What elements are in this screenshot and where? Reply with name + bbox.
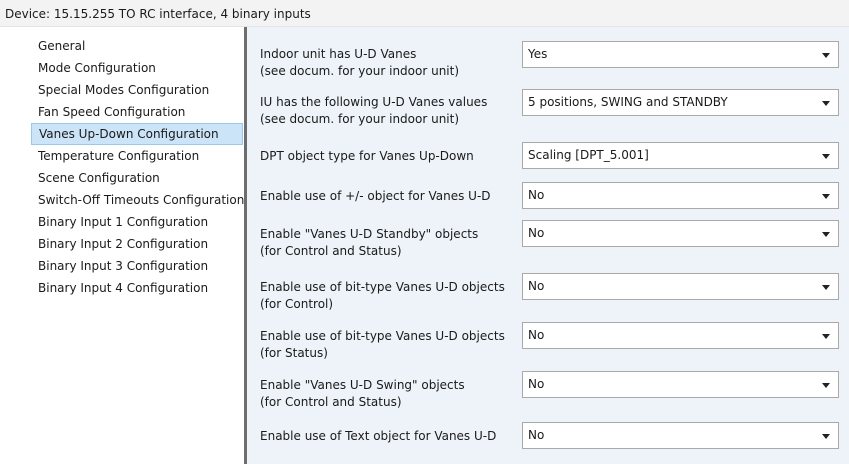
param-label: Enable use of bit-type Vanes U-D objects… (260, 279, 505, 313)
sidebar-item-mode-configuration[interactable]: Mode Configuration (38, 57, 244, 79)
select-value: No (528, 428, 545, 442)
param-label-line1: Enable use of Text object for Vanes U-D (260, 429, 497, 443)
chevron-down-icon (822, 232, 830, 237)
vanes-swing-objects-select[interactable]: No (522, 371, 839, 398)
param-label-line2: (for Control) (260, 297, 334, 311)
sidebar-item-temperature-configuration[interactable]: Temperature Configuration (38, 145, 244, 167)
param-label-line1: Enable "Vanes U-D Swing" objects (260, 378, 465, 392)
param-label-line2: (for Control and Status) (260, 244, 402, 258)
param-label-line1: DPT object type for Vanes Up-Down (260, 149, 474, 163)
select-value: No (528, 226, 545, 240)
param-label-line1: Enable use of bit-type Vanes U-D objects (260, 280, 505, 294)
select-value: No (528, 279, 545, 293)
param-label-line1: Indoor unit has U-D Vanes (260, 47, 417, 61)
param-label: DPT object type for Vanes Up-Down (260, 148, 474, 165)
chevron-down-icon (822, 101, 830, 106)
text-object-select[interactable]: No (522, 422, 839, 449)
select-value: No (528, 377, 545, 391)
param-label-line1: IU has the following U-D Vanes values (260, 95, 488, 109)
select-value: 5 positions, SWING and STANDBY (528, 95, 728, 109)
chevron-down-icon (822, 53, 830, 58)
param-label-line1: Enable use of bit-type Vanes U-D objects (260, 329, 505, 343)
sidebar-item-binary-input-2-configuration[interactable]: Binary Input 2 Configuration (38, 233, 244, 255)
param-label: Enable use of +/- object for Vanes U-D (260, 188, 491, 205)
sidebar-item-scene-configuration[interactable]: Scene Configuration (38, 167, 244, 189)
param-label: Enable "Vanes U-D Swing" objects (for Co… (260, 377, 465, 411)
select-value: Yes (528, 47, 548, 61)
sidebar-item-special-modes-configuration[interactable]: Special Modes Configuration (38, 79, 244, 101)
param-label-line2: (see docum. for your indoor unit) (260, 64, 460, 78)
param-label: Enable "Vanes U-D Standby" objects (for … (260, 226, 478, 260)
param-label: Enable use of Text object for Vanes U-D (260, 428, 496, 445)
chevron-down-icon (822, 194, 830, 199)
ud-vanes-values-select[interactable]: 5 positions, SWING and STANDBY (522, 89, 839, 116)
select-value: No (528, 188, 545, 202)
plus-minus-object-select[interactable]: No (522, 182, 839, 209)
indoor-unit-has-ud-vanes-select[interactable]: Yes (522, 41, 839, 68)
param-label: Enable use of bit-type Vanes U-D objects… (260, 328, 505, 362)
param-label-line2: (for Status) (260, 346, 328, 360)
param-label-line2: (for Control and Status) (260, 395, 402, 409)
param-label: Indoor unit has U-D Vanes (see docum. fo… (260, 46, 459, 80)
sidebar-item-general[interactable]: General (38, 35, 244, 57)
param-label: IU has the following U-D Vanes values (s… (260, 94, 487, 128)
sidebar-item-binary-input-3-configuration[interactable]: Binary Input 3 Configuration (38, 255, 244, 277)
chevron-down-icon (822, 434, 830, 439)
chevron-down-icon (822, 334, 830, 339)
sidebar-item-vanes-up-down-configuration[interactable]: Vanes Up-Down Configuration (31, 123, 243, 145)
parameters-panel: Indoor unit has U-D Vanes (see docum. fo… (247, 27, 849, 464)
sidebar-item-binary-input-4-configuration[interactable]: Binary Input 4 Configuration (38, 277, 244, 299)
sidebar-item-fan-speed-configuration[interactable]: Fan Speed Configuration (38, 101, 244, 123)
bit-type-control-select[interactable]: No (522, 273, 839, 300)
dpt-object-type-select[interactable]: Scaling [DPT_5.001] (522, 142, 839, 169)
param-label-line2: (see docum. for your indoor unit) (260, 112, 460, 126)
chevron-down-icon (822, 383, 830, 388)
param-label-line1: Enable use of +/- object for Vanes U-D (260, 189, 491, 203)
bit-type-status-select[interactable]: No (522, 322, 839, 349)
param-label-line1: Enable "Vanes U-D Standby" objects (260, 227, 479, 241)
chevron-down-icon (822, 154, 830, 159)
select-value: Scaling [DPT_5.001] (528, 148, 649, 162)
select-value: No (528, 328, 545, 342)
chevron-down-icon (822, 285, 830, 290)
sidebar-item-binary-input-1-configuration[interactable]: Binary Input 1 Configuration (38, 211, 244, 233)
sidebar: General Mode Configuration Special Modes… (0, 27, 244, 464)
sidebar-item-switch-off-timeouts-configuration[interactable]: Switch-Off Timeouts Configuration (38, 189, 244, 211)
device-title: Device: 15.15.255 TO RC interface, 4 bin… (0, 0, 849, 27)
vanes-standby-objects-select[interactable]: No (522, 220, 839, 247)
